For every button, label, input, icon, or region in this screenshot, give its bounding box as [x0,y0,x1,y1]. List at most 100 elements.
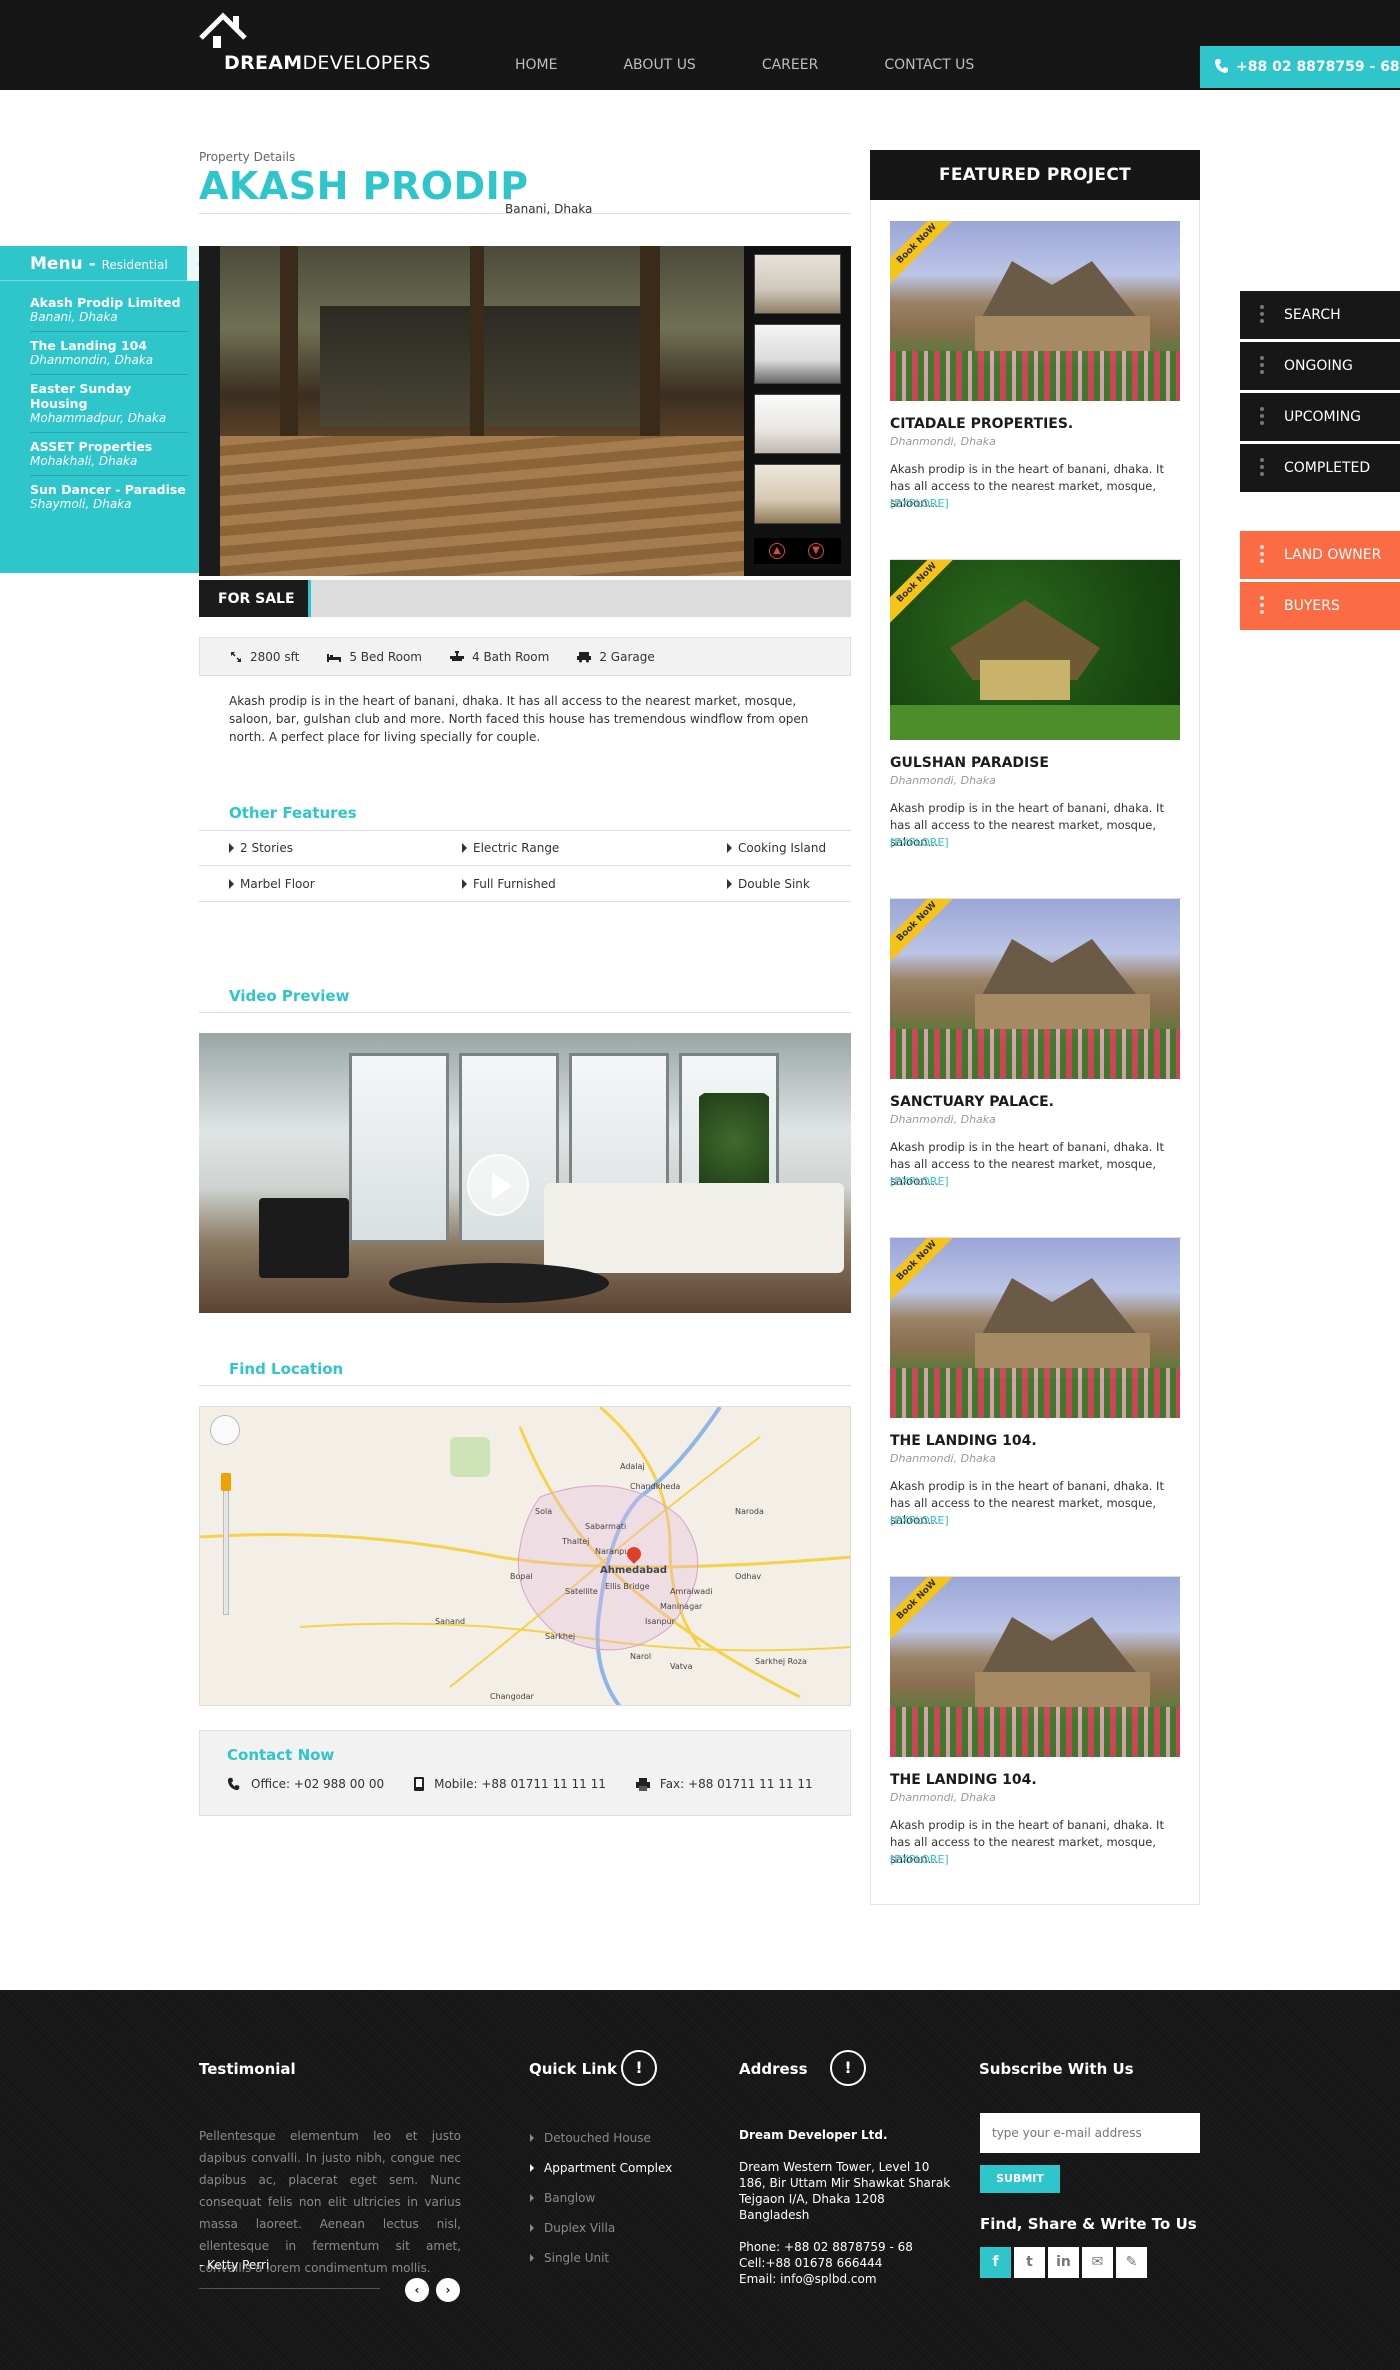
project-name: SANCTUARY PALACE. [890,1094,1054,1110]
tab-ongoing[interactable]: ONGOING [1240,342,1400,390]
property-main: Property Details AKASH PRODIP Banani, Dh… [199,150,851,1816]
site-footer: Testimonial Pellentesque elementum leo e… [0,1990,1400,2370]
project-image[interactable]: Book NoW [890,1238,1180,1418]
info-icon: ! [830,2050,866,2086]
explore-link[interactable]: [EXPLORE] [890,1514,949,1527]
sale-bar: FOR SALE [199,580,851,617]
feature-item: Full Furnished [462,877,727,891]
tab-completed[interactable]: COMPLETED [1240,444,1400,492]
featured-item: Book NoW GULSHAN PARADISE Dhanmondi, Dha… [890,560,1182,899]
project-image[interactable]: Book NoW [890,899,1180,1079]
explore-link[interactable]: [EXPLORE] [890,497,949,510]
project-name: CITADALE PROPERTIES. [890,416,1074,432]
video-preview[interactable] [199,1033,851,1313]
email-field[interactable] [980,2113,1200,2153]
contact-box: Contact Now Office: +02 988 00 00 Mobile… [199,1730,851,1816]
featured-item: Book NoW CITADALE PROPERTIES. Dhanmondi,… [890,221,1182,560]
menu-item[interactable]: ASSET Properties Mohakhali, Dhaka [30,433,188,476]
menu-title: Menu - Residential [30,254,168,274]
main-photo[interactable] [220,246,744,576]
nav-contact-us[interactable]: CONTACT US [884,57,974,73]
play-icon[interactable] [467,1154,529,1216]
mail-icon[interactable]: ✉ [1082,2247,1113,2278]
project-image[interactable]: Book NoW [890,221,1180,401]
map-label: Sabarmati [585,1522,627,1531]
bath-icon [450,650,464,661]
thumbnail[interactable] [754,254,841,314]
thumbnail[interactable] [754,394,841,454]
featured-heading: FEATURED PROJECT [870,150,1200,200]
dots-icon [1260,356,1264,377]
property-location: Banani, Dhaka [505,202,593,216]
menu-item[interactable]: Akash Prodip Limited Banani, Dhaka [30,289,188,332]
tab-land-owner[interactable]: LAND OWNER [1240,531,1400,579]
pencil-icon[interactable]: ✎ [1116,2247,1147,2278]
submit-button[interactable]: SUBMIT [980,2165,1060,2193]
nav-about-us[interactable]: ABOUT US [623,57,695,73]
spec-area: 2800 sft [230,650,299,664]
contact-fax: Fax: +88 01711 11 11 11 [635,1777,813,1791]
chevron-down-icon[interactable]: ▼ [808,543,824,559]
contact-office: Office: +02 988 00 00 [227,1777,384,1791]
menu-item[interactable]: The Landing 104 Dhanmondin, Dhaka [30,332,188,375]
quick-link-heading: Quick Link [529,2060,618,2078]
map-pan-control[interactable] [210,1415,240,1445]
title-row: AKASH PRODIP Banani, Dhaka [199,164,851,216]
thumbnail[interactable] [754,324,841,384]
project-location: Dhanmondi, Dhaka [890,435,996,448]
location-map[interactable]: Chandkheda Sabarmati Naroda Naranpura Ah… [199,1406,851,1706]
menu-item-name: Akash Prodip Limited [30,295,181,310]
address-line: Tejgaon I/A, Dhaka 1208 [739,2192,885,2206]
chevron-up-icon[interactable]: ▲ [769,543,785,559]
feature-item: Cooking Island [727,841,847,855]
menu-item[interactable]: Easter Sunday Housing Mohammadpur, Dhaka [30,375,188,433]
quick-link[interactable]: Single Unit [530,2243,672,2273]
map-label: Ellis Bridge [605,1582,650,1591]
feature-item: Electric Range [462,841,727,855]
menu-item-location: Mohakhali, Dhaka [30,454,138,468]
quick-link[interactable]: Banglow [530,2183,672,2213]
map-zoom-handle[interactable] [221,1473,231,1491]
twitter-icon[interactable]: t [1014,2247,1045,2278]
tab-search[interactable]: SEARCH [1240,291,1400,339]
project-image[interactable]: Book NoW [890,1577,1180,1757]
quick-link[interactable]: Detouched House [530,2123,672,2153]
dots-icon [1260,458,1264,479]
project-image[interactable]: Book NoW [890,560,1180,740]
linkedin-icon[interactable]: in [1048,2247,1079,2278]
menu-item[interactable]: Sun Dancer - Paradise Shaymoli, Dhaka [30,476,188,518]
address-line: Bangladesh [739,2208,810,2222]
project-name: GULSHAN PARADISE [890,755,1049,771]
address-heading: Address [739,2060,808,2078]
site-logo[interactable]: DREAMDEVELOPERS [199,10,430,74]
address-line: Dream Western Tower, Level 10 [739,2160,930,2174]
menu-item-name: The Landing 104 [30,338,148,353]
testimonial-prev-button[interactable]: ‹ [405,2278,429,2302]
fax-icon [635,1777,650,1791]
explore-link[interactable]: [EXPLORE] [890,1853,949,1866]
map-label: Chandkheda [630,1482,681,1491]
house-logo-icon [199,12,247,48]
map-label: Adalaj [620,1462,645,1471]
map-label: Bopal [510,1572,533,1581]
spec-bathrooms: 4 Bath Room [450,650,549,664]
thumbnail[interactable] [754,464,841,524]
quick-link[interactable]: Duplex Villa [530,2213,672,2243]
feature-item: Marbel Floor [229,877,462,891]
nav-home[interactable]: HOME [515,57,557,73]
header-phone[interactable]: +88 02 8878759 - 68 [1200,46,1400,88]
nav-career[interactable]: CAREER [762,57,819,73]
testimonial-next-button[interactable]: › [436,2278,460,2302]
menu-header: Menu - Residential [0,246,221,281]
map-zoom-slider[interactable] [223,1475,229,1615]
footer-email[interactable]: Email: info@splbd.com [739,2271,959,2287]
caret-right-icon [530,2194,534,2202]
divider [199,1385,851,1386]
facebook-icon[interactable]: f [980,2247,1011,2278]
explore-link[interactable]: [EXPLORE] [890,1175,949,1188]
map-label: Isanpur [645,1617,675,1626]
explore-link[interactable]: [EXPLORE] [890,836,949,849]
tab-upcoming[interactable]: UPCOMING [1240,393,1400,441]
quick-link[interactable]: Appartment Complex [530,2153,672,2183]
tab-buyers[interactable]: BUYERS [1240,582,1400,630]
